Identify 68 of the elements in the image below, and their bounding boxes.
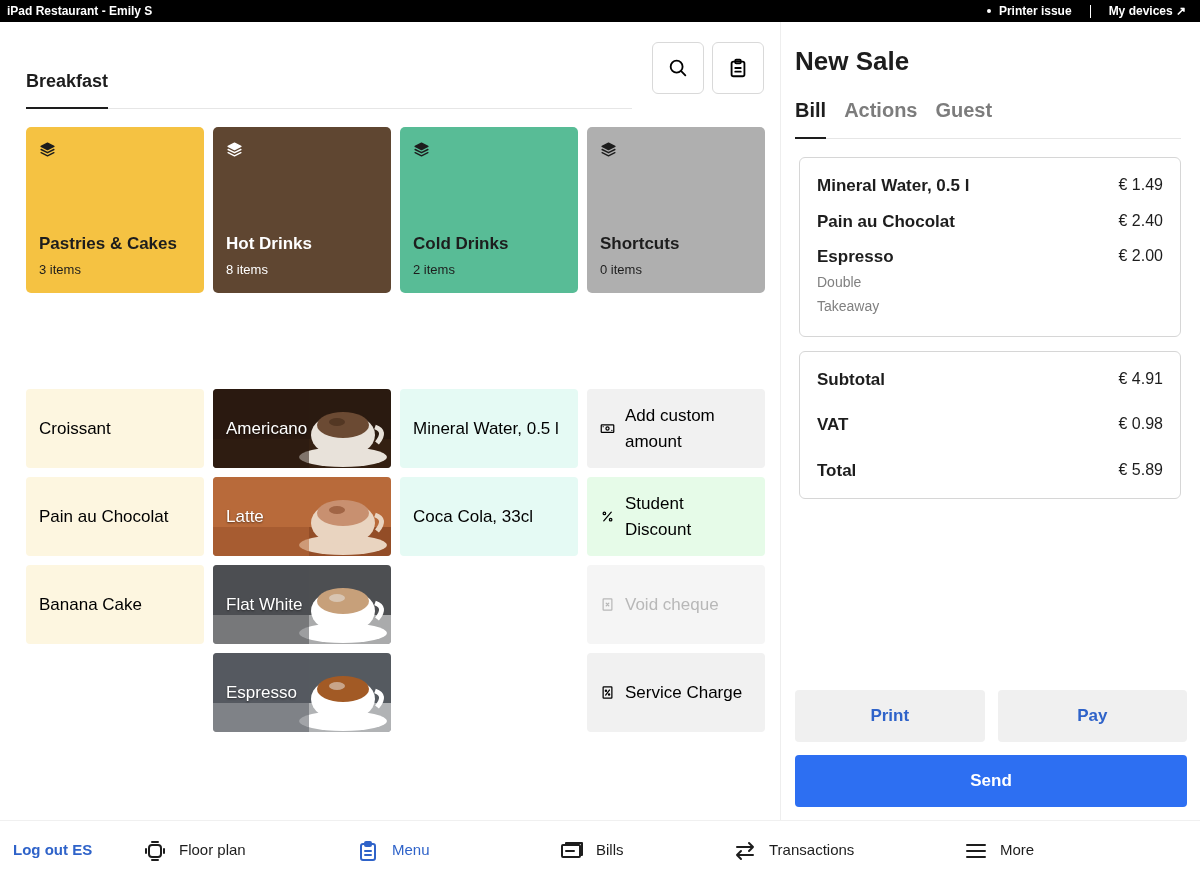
app-title: iPad Restaurant - Emily S	[7, 3, 153, 20]
nav-item[interactable]: Menu	[356, 838, 430, 863]
item-modifier: Double	[817, 272, 863, 292]
sale-title: New Sale	[795, 46, 911, 78]
product-tile[interactable]: Americano	[213, 389, 391, 468]
layers-icon	[413, 141, 430, 158]
product-tile[interactable]: Espresso	[213, 653, 391, 732]
item-count: 3 items	[39, 260, 82, 279]
total-value: € 0.98	[1118, 414, 1163, 435]
category-name: Pastries & Cakes	[39, 233, 178, 255]
category-tile[interactable]: Pastries & Cakes 3 items	[26, 127, 204, 293]
shortcut-tile[interactable]: Add custom amount	[587, 389, 765, 468]
clipboard-button[interactable]	[712, 42, 764, 94]
layers-icon	[226, 141, 243, 158]
item-name: Mineral Water, 0.5 l	[817, 175, 970, 198]
item-count: 0 items	[600, 260, 643, 279]
category-name: Shortcuts	[600, 233, 681, 255]
nav-item[interactable]: More	[964, 838, 1035, 863]
total-value: € 5.89	[1118, 459, 1163, 480]
search-icon	[667, 57, 689, 79]
logout-link[interactable]: Log out ES	[13, 841, 93, 859]
product-tile[interactable]: Croissant	[26, 389, 204, 468]
item-name: Espresso	[817, 246, 894, 269]
product-tile[interactable]: Mineral Water, 0.5 l	[400, 389, 578, 468]
product-tile[interactable]: Flat White	[213, 565, 391, 644]
send-button[interactable]: Send	[795, 755, 1187, 807]
percent-icon	[600, 509, 615, 524]
product-tile[interactable]: Latte	[213, 477, 391, 556]
shortcut-tile[interactable]: Service Charge	[587, 653, 765, 732]
category-name: Cold Drinks	[413, 233, 510, 255]
floor-plan-icon	[143, 838, 167, 863]
nav-item[interactable]: Bills	[560, 838, 624, 863]
total-value: € 4.91	[1118, 368, 1163, 389]
category-name: Hot Drinks	[226, 233, 313, 255]
bill-tab[interactable]: Actions	[844, 95, 918, 140]
product-tile[interactable]: Banana Cake	[26, 565, 204, 644]
banknote-icon	[600, 421, 615, 436]
bill-tab[interactable]: Bill	[795, 95, 827, 140]
receipt-icon	[600, 597, 615, 612]
menu-tab[interactable]: Breakfast	[26, 56, 109, 109]
item-count: 2 items	[413, 260, 456, 279]
item-price: € 2.00	[1118, 246, 1163, 267]
my-devices-link[interactable]: My devices ↗	[1108, 2, 1186, 20]
item-price: € 1.49	[1118, 175, 1163, 196]
nav-item[interactable]: Transactions	[733, 838, 855, 863]
layers-icon	[600, 141, 617, 158]
total-label: Total	[817, 459, 857, 482]
product-tile[interactable]: Coca Cola, 33cl	[400, 477, 578, 556]
printer-issue-link[interactable]: Printer issue	[986, 2, 1072, 20]
action-button[interactable]: Pay	[997, 690, 1187, 742]
shortcut-tile[interactable]: Student Discount	[587, 477, 765, 556]
receipt-icon	[600, 685, 615, 700]
item-count: 8 items	[226, 260, 269, 279]
category-tile[interactable]: Cold Drinks 2 items	[400, 127, 578, 293]
item-modifier: Takeaway	[817, 296, 881, 316]
total-label: Subtotal	[817, 368, 885, 391]
shortcut-tile: Void cheque	[587, 565, 765, 644]
item-price: € 2.40	[1118, 210, 1163, 231]
bill-tab[interactable]: Guest	[935, 95, 993, 140]
action-button[interactable]: Print	[795, 690, 985, 742]
category-tile[interactable]: Shortcuts 0 items	[587, 127, 765, 293]
category-tile[interactable]: Hot Drinks 8 items	[213, 127, 391, 293]
item-name: Pain au Chocolat	[817, 210, 955, 233]
nav-item[interactable]: Floor plan	[143, 838, 246, 863]
product-tile[interactable]: Pain au Chocolat	[26, 477, 204, 556]
search-button[interactable]	[652, 42, 704, 94]
layers-icon	[39, 141, 56, 158]
total-label: VAT	[817, 414, 849, 437]
